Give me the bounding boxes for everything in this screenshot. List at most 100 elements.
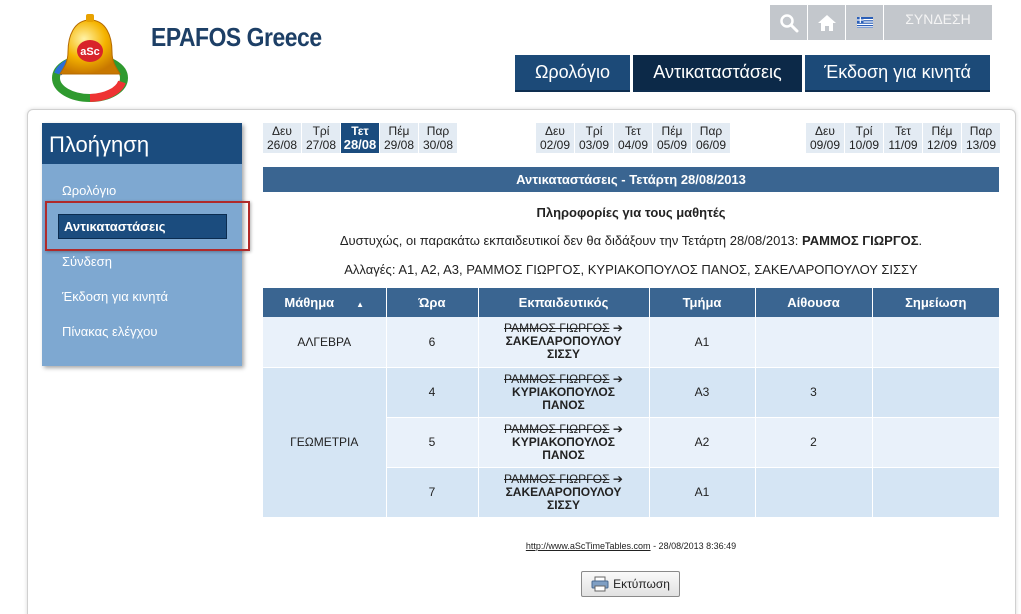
day-button[interactable]: Παρ 30/08 xyxy=(419,123,457,153)
day-name: Πέμ xyxy=(931,124,953,138)
sidebar-item-dashboard[interactable]: Πίνακας ελέγχου xyxy=(62,324,157,339)
old-teacher: ΡΑΜΜΟΣ ΓΙΩΡΓΟΣ xyxy=(504,471,610,486)
new-teacher: ΣΑΚΕΛΑΡΟΠΟΥΛΟΥ xyxy=(505,484,622,499)
column-header-subject[interactable]: Μάθημα ▲ xyxy=(263,288,387,317)
menu-mobile-version[interactable]: Έκδοση για κινητά xyxy=(805,55,990,92)
table-row: ΓΕΩΜΕΤΡΙΑ 4 ΡΑΜΜΟΣ ΓΙΩΡΓΟΣ ➔ ΚΥΡΙΑΚΟΠΟΥΛΟ… xyxy=(263,367,999,518)
day-name: Δευ xyxy=(272,124,292,138)
room-cell xyxy=(755,317,873,368)
day-button[interactable]: Τρί 03/09 xyxy=(575,123,613,153)
room-cell: 3 xyxy=(755,367,873,418)
class-cell: Α1 xyxy=(649,317,756,368)
day-name: Τρί xyxy=(855,124,873,138)
day-button[interactable]: Τετ 04/09 xyxy=(614,123,652,153)
table-header-row: Μάθημα ▲ Ώρα Εκπαιδευτικός Τμήμα Αίθουσα … xyxy=(263,288,999,317)
day-button[interactable]: Παρ 13/09 xyxy=(962,123,1000,153)
hour-cell: 5 xyxy=(386,417,479,468)
day-name: Τρί xyxy=(312,124,330,138)
column-header-room[interactable]: Αίθουσα xyxy=(755,288,873,317)
print-button[interactable]: Εκτύπωση xyxy=(581,571,680,597)
day-date: 26/08 xyxy=(266,138,298,152)
old-teacher: ΡΑΜΜΟΣ ΓΙΩΡΓΟΣ xyxy=(504,421,610,436)
sidebar-item-mobile-version[interactable]: Έκδοση για κινητά xyxy=(62,289,168,304)
day-date: 13/09 xyxy=(965,138,997,152)
day-date: 27/08 xyxy=(305,138,337,152)
day-name: Δευ xyxy=(545,124,565,138)
day-button[interactable]: Τετ 11/09 xyxy=(884,123,922,153)
footer-credit: http://www.aScTimeTables.com - 28/08/201… xyxy=(263,541,999,551)
svg-text:aSc: aSc xyxy=(80,46,100,58)
day-date: 04/09 xyxy=(617,138,649,152)
day-name: Παρ xyxy=(426,124,450,138)
printer-icon xyxy=(591,576,609,592)
absent-names: ΡΑΜΜΟΣ ΓΙΩΡΓΟΣ xyxy=(802,233,919,248)
day-button[interactable]: Δευ 09/09 xyxy=(806,123,844,153)
subject-cell: ΓΕΩΜΕΤΡΙΑ xyxy=(263,367,387,518)
day-date: 10/09 xyxy=(848,138,880,152)
old-teacher: ΡΑΜΜΟΣ ΓΙΩΡΓΟΣ xyxy=(504,321,610,336)
column-header-note[interactable]: Σημείωση xyxy=(872,288,999,317)
day-name: Πέμ xyxy=(661,124,683,138)
greek-flag-icon xyxy=(856,17,873,28)
search-button[interactable] xyxy=(770,5,807,40)
day-date: 05/09 xyxy=(656,138,688,152)
column-header-hour[interactable]: Ώρα xyxy=(386,288,479,317)
day-button[interactable]: Τρί 27/08 xyxy=(302,123,340,153)
sidebar-item-timetable[interactable]: Ωρολόγιο xyxy=(62,183,116,198)
day-name: Τρί xyxy=(585,124,603,138)
absent-text: Δυστυχώς, οι παρακάτω εκπαιδευτικοί δεν … xyxy=(339,233,803,248)
day-button[interactable]: Δευ 26/08 xyxy=(263,123,301,153)
subject-cell: ΑΛΓΕΒΡΑ xyxy=(263,317,387,368)
arrow-icon: ➔ xyxy=(612,471,623,486)
day-date: 03/09 xyxy=(578,138,610,152)
new-teacher-line2: ΠΑΝΟΣ xyxy=(542,397,585,412)
login-button[interactable]: ΣΥΝΔΕΣΗ xyxy=(884,5,992,40)
day-button[interactable]: Πέμ 29/08 xyxy=(380,123,418,153)
substitutions-banner: Αντικαταστάσεις - Τετάρτη 28/08/2013 xyxy=(263,167,999,192)
day-date: 09/09 xyxy=(809,138,841,152)
day-date: 06/09 xyxy=(695,138,727,152)
class-cell: Α2 xyxy=(649,417,756,468)
day-button[interactable]: Τρί 10/09 xyxy=(845,123,883,153)
teacher-cell: ΡΑΜΜΟΣ ΓΙΩΡΓΟΣ ➔ ΣΑΚΕΛΑΡΟΠΟΥΛΟΥ ΣΙΣΣΥ xyxy=(478,467,650,518)
day-name: Δευ xyxy=(815,124,835,138)
search-icon xyxy=(779,13,798,32)
class-cell: Α3 xyxy=(649,367,756,418)
column-label: Μάθημα xyxy=(284,295,335,310)
day-button-selected[interactable]: Τετ 28/08 xyxy=(341,123,379,153)
home-icon xyxy=(817,14,836,31)
site-title: EPAFOS Greece xyxy=(151,22,322,52)
day-name: Τετ xyxy=(624,124,642,138)
hour-cell: 7 xyxy=(386,467,479,518)
menu-substitutions[interactable]: Αντικαταστάσεις xyxy=(633,55,802,92)
column-header-teacher[interactable]: Εκπαιδευτικός xyxy=(478,288,650,317)
day-name: Παρ xyxy=(969,124,993,138)
day-button[interactable]: Παρ 06/09 xyxy=(692,123,730,153)
absent-teachers-line: Δυστυχώς, οι παρακάτω εκπαιδευτικοί δεν … xyxy=(263,233,999,248)
day-button[interactable]: Πέμ 12/09 xyxy=(923,123,961,153)
asc-link[interactable]: http://www.aScTimeTables.com xyxy=(526,541,651,551)
changes-line: Αλλαγές: Α1, Α2, Α3, ΡΑΜΜΟΣ ΓΙΩΡΓΟΣ, ΚΥΡ… xyxy=(344,262,918,277)
new-teacher: ΚΥΡΙΑΚΟΠΟΥΛΟΣ xyxy=(512,434,615,449)
day-name: Παρ xyxy=(699,124,723,138)
day-date: 02/09 xyxy=(539,138,571,152)
language-button[interactable] xyxy=(846,5,883,40)
new-teacher: ΚΥΡΙΑΚΟΠΟΥΛΟΣ xyxy=(512,384,615,399)
day-button[interactable]: Δευ 02/09 xyxy=(536,123,574,153)
day-date: 11/09 xyxy=(888,138,918,152)
substitutions-table: Μάθημα ▲ Ώρα Εκπαιδευτικός Τμήμα Αίθουσα … xyxy=(263,288,999,518)
menu-timetable[interactable]: Ωρολόγιο xyxy=(515,55,630,92)
sidebar-title: Πλοήγηση xyxy=(42,123,242,164)
asc-logo[interactable]: aSc xyxy=(48,12,134,104)
old-teacher: ΡΑΜΜΟΣ ΓΙΩΡΓΟΣ xyxy=(504,371,610,386)
note-cell xyxy=(872,467,999,518)
note-cell xyxy=(872,317,999,368)
day-button[interactable]: Πέμ 05/09 xyxy=(653,123,691,153)
print-label: Εκτύπωση xyxy=(613,577,670,591)
sort-up-icon: ▲ xyxy=(356,300,365,309)
sidebar-item-login[interactable]: Σύνδεση xyxy=(62,254,112,269)
home-button[interactable] xyxy=(808,5,845,40)
column-header-class[interactable]: Τμήμα xyxy=(649,288,756,317)
new-teacher-line2: ΠΑΝΟΣ xyxy=(542,447,585,462)
new-teacher-line2: ΣΙΣΣΥ xyxy=(547,497,580,512)
